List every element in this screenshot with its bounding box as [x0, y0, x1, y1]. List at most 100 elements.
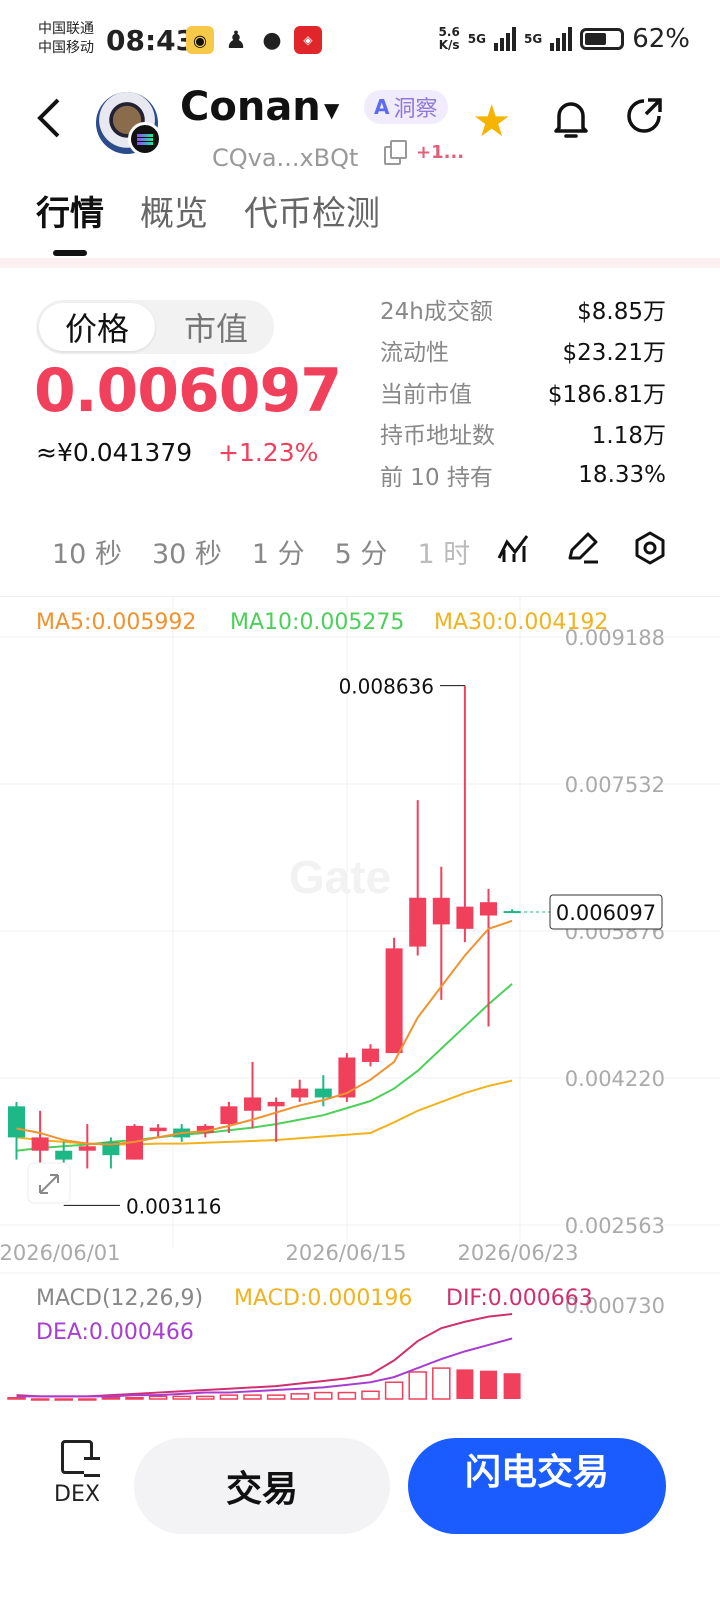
- macd-hist-bar: [219, 1394, 239, 1400]
- macd-hist-bar: [432, 1367, 451, 1400]
- candle-body: [267, 1101, 285, 1107]
- y-tick-label: 0.002563: [565, 1214, 665, 1238]
- candle-body: [314, 1088, 332, 1098]
- copy-icon[interactable]: [384, 140, 407, 165]
- active-tab-indicator: [53, 250, 87, 256]
- candle-body: [385, 948, 403, 1054]
- candle-body: [409, 897, 427, 947]
- candle-body: [456, 906, 474, 929]
- interval-1h[interactable]: 1 时: [417, 532, 470, 571]
- macd-hist-bar: [408, 1371, 427, 1400]
- ai-insight-button[interactable]: A 洞察: [364, 90, 448, 124]
- macd-hist-bar: [480, 1370, 497, 1399]
- macd-hist-bar: [314, 1391, 333, 1400]
- candle-body: [8, 1106, 25, 1138]
- bell-icon[interactable]: [552, 98, 590, 150]
- signal-2-label: 5G: [524, 32, 543, 46]
- candle-body: [31, 1137, 49, 1151]
- stats-panel: 24h成交额 $8.85万 流动性 $23.21万 当前市值 $186.81万 持币地…: [380, 288, 666, 496]
- tab-overview[interactable]: 概览: [140, 186, 208, 235]
- caret-down-icon[interactable]: ▼: [324, 98, 339, 122]
- carrier-1: 中国联通: [38, 21, 94, 37]
- watermark-text: Gate: [289, 851, 391, 903]
- candle-body: [480, 902, 497, 916]
- back-icon[interactable]: [34, 96, 74, 146]
- dex-button[interactable]: DEX: [40, 1440, 114, 1507]
- candle-body: [432, 897, 450, 925]
- battery-percent: 62%: [632, 24, 690, 54]
- current-price-tag: 0.006097: [556, 901, 656, 925]
- ma30-line: [16, 1079, 513, 1146]
- share-icon[interactable]: [624, 96, 664, 146]
- interval-10s[interactable]: 10 秒: [52, 532, 122, 571]
- macd-hist-bar: [290, 1393, 309, 1400]
- status-bar: 中国联通 中国移动 08:43 ◉ ♟ ● ◈ 5.6 K/s 5G 5G 62…: [0, 0, 720, 84]
- signal-1-label: 5G: [467, 32, 486, 46]
- macd-hist-bar: [54, 1398, 73, 1401]
- token-name[interactable]: Conan: [180, 84, 321, 130]
- flash-trade-label: 闪电交易: [464, 1452, 609, 1493]
- current-price: 0.006097: [34, 356, 342, 426]
- kline-chart[interactable]: Gate0.0091880.0075320.0058760.0042200.00…: [0, 597, 720, 1404]
- signal-2-icon: [550, 27, 573, 51]
- flash-trade-button[interactable]: 闪电交易: [408, 1438, 666, 1534]
- notification-icons: ◉ ♟ ● ◈: [186, 24, 322, 56]
- ma30-legend: MA30:0.004192: [434, 610, 609, 635]
- dex-label: DEX: [54, 1482, 100, 1507]
- net-speed: 5.6 K/s: [439, 26, 460, 52]
- candle-body: [362, 1048, 379, 1062]
- more-chains-badge[interactable]: +1...: [416, 142, 464, 163]
- candle-body: [149, 1127, 167, 1132]
- stat-label: 前 10 持有: [380, 464, 493, 491]
- max-price-label: 0.008636: [339, 675, 434, 699]
- candle-body: [291, 1088, 309, 1098]
- stat-label: 24h成交额: [380, 298, 493, 325]
- macd-hist-bar: [125, 1396, 144, 1400]
- trade-button[interactable]: 交易: [134, 1438, 390, 1534]
- y-tick-label: 0.004220: [565, 1067, 665, 1091]
- stat-value: $8.85万: [577, 298, 666, 325]
- indicator-icon[interactable]: [496, 530, 534, 568]
- stat-row-volume: 24h成交额 $8.85万: [380, 288, 666, 330]
- stat-value: $186.81万: [547, 381, 666, 408]
- min-price-label: 0.003116: [126, 1194, 221, 1218]
- macd-hist-bar: [243, 1394, 262, 1400]
- stat-row-top10: 前 10 持有 18.33%: [380, 454, 666, 496]
- candle-body: [78, 1146, 96, 1151]
- battery-fill: [585, 33, 607, 45]
- settings-icon[interactable]: [632, 530, 670, 568]
- stat-label: 流动性: [380, 340, 449, 367]
- stat-value: 18.33%: [578, 461, 666, 488]
- interval-30s[interactable]: 30 秒: [152, 532, 222, 571]
- interval-5m[interactable]: 5 分: [335, 532, 388, 571]
- tab-market[interactable]: 行情: [36, 186, 104, 235]
- qq-icon: ♟: [225, 26, 247, 54]
- net-speed-unit: K/s: [438, 38, 460, 52]
- interval-selector: 10 秒 30 秒 1 分 5 分 1 时: [52, 532, 470, 571]
- weibo-icon: ◉: [186, 26, 214, 54]
- macd-hist-bar: [456, 1369, 474, 1399]
- interval-1m[interactable]: 1 分: [252, 532, 305, 571]
- stat-value: $23.21万: [562, 340, 666, 367]
- price-change: +1.23%: [218, 438, 319, 467]
- wechat-icon: ●: [262, 27, 282, 53]
- draw-pen-icon[interactable]: [564, 530, 602, 568]
- x-axis-label: 2026/06/01: [0, 1241, 121, 1265]
- stat-row-holders: 持币地址数 1.18万: [380, 413, 666, 455]
- contract-address: CQva...xBQt: [212, 144, 359, 172]
- macd-hist-bar: [101, 1396, 121, 1400]
- stat-row-market-cap: 当前市值 $186.81万: [380, 371, 666, 413]
- candle-body: [55, 1150, 73, 1160]
- toggle-price[interactable]: 价格: [39, 303, 155, 351]
- tab-token-check[interactable]: 代币检测: [244, 186, 380, 235]
- solana-chain-icon: [128, 122, 162, 156]
- dea-legend: DEA:0.000466: [36, 1320, 194, 1345]
- stat-label: 持币地址数: [380, 423, 495, 450]
- dif-legend: DIF:0.000663: [446, 1286, 593, 1311]
- toggle-market-cap[interactable]: 市值: [158, 300, 274, 354]
- macd-hist-bar: [196, 1395, 215, 1400]
- macd-hist-bar: [148, 1395, 168, 1400]
- battery-icon: [580, 28, 625, 50]
- star-icon[interactable]: ★: [472, 96, 511, 147]
- section-divider: [0, 258, 720, 268]
